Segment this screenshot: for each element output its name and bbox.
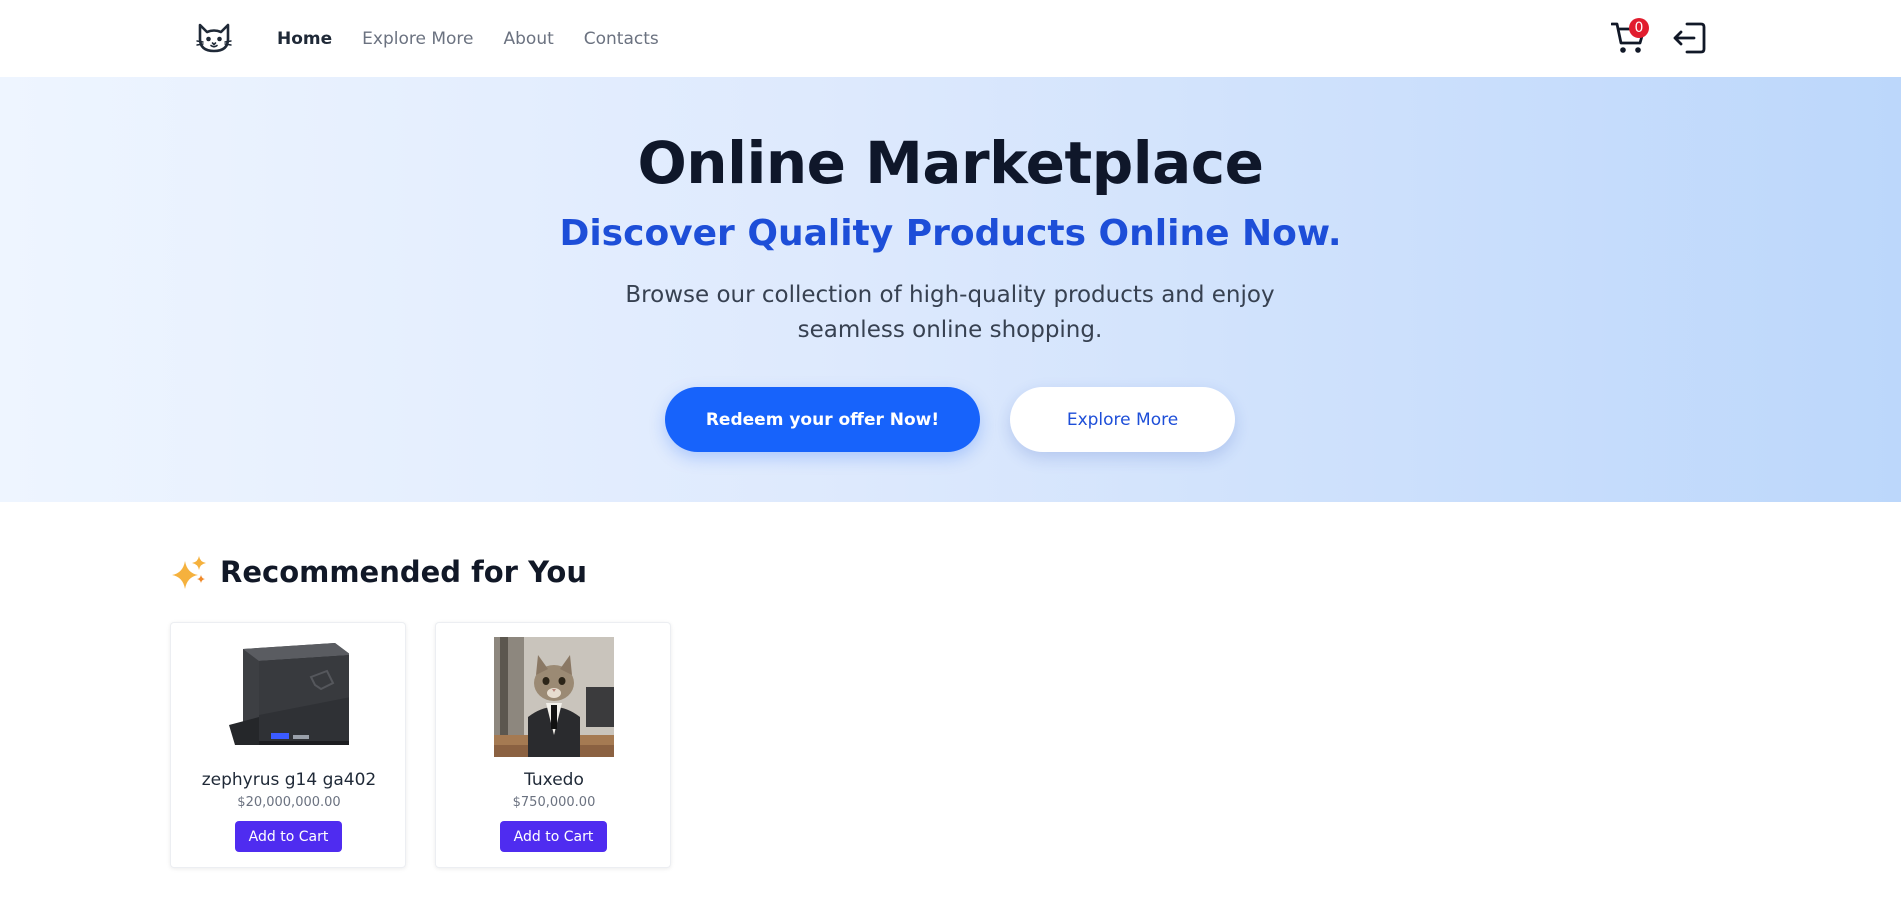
product-price: $750,000.00 xyxy=(512,795,596,810)
product-price: $20,000,000.00 xyxy=(237,795,341,810)
redeem-offer-button[interactable]: Redeem your offer Now! xyxy=(665,387,980,452)
logout-button[interactable] xyxy=(1672,20,1708,56)
section-title: Recommended for You xyxy=(220,555,587,589)
nav-link-contacts[interactable]: Contacts xyxy=(584,29,659,49)
product-name: Tuxedo xyxy=(524,770,584,790)
sparkles-icon xyxy=(172,556,206,589)
cat-logo-icon[interactable] xyxy=(196,22,232,54)
laptop-image[interactable] xyxy=(229,637,349,757)
cart-count-badge: 0 xyxy=(1629,18,1649,38)
nav-link-home[interactable]: Home xyxy=(277,29,332,49)
top-navbar: Home Explore More About Contacts 0 xyxy=(0,0,1901,77)
product-card[interactable]: Tuxedo $750,000.00 Add to Cart xyxy=(435,622,671,868)
cart-button[interactable]: 0 xyxy=(1610,18,1649,56)
hero-subtitle: Discover Quality Products Online Now. xyxy=(559,213,1342,254)
hero-title: Online Marketplace xyxy=(637,129,1264,197)
hero-description: Browse our collection of high-quality pr… xyxy=(625,282,1275,343)
explore-more-button[interactable]: Explore More xyxy=(1010,387,1235,452)
add-to-cart-button[interactable]: Add to Cart xyxy=(235,821,342,852)
hero-section: Online Marketplace Discover Quality Prod… xyxy=(0,77,1901,502)
add-to-cart-button[interactable]: Add to Cart xyxy=(500,821,607,852)
main-nav: Home Explore More About Contacts xyxy=(277,0,659,77)
nav-link-about[interactable]: About xyxy=(504,29,554,49)
product-name: zephyrus g14 ga402 xyxy=(201,770,377,790)
product-card[interactable]: zephyrus g14 ga402 $20,000,000.00 Add to… xyxy=(170,622,406,868)
recommended-heading: Recommended for You xyxy=(172,555,587,589)
logout-icon xyxy=(1673,22,1706,54)
cat-in-tuxedo-image[interactable] xyxy=(494,637,614,757)
nav-link-explore-more[interactable]: Explore More xyxy=(362,29,473,49)
